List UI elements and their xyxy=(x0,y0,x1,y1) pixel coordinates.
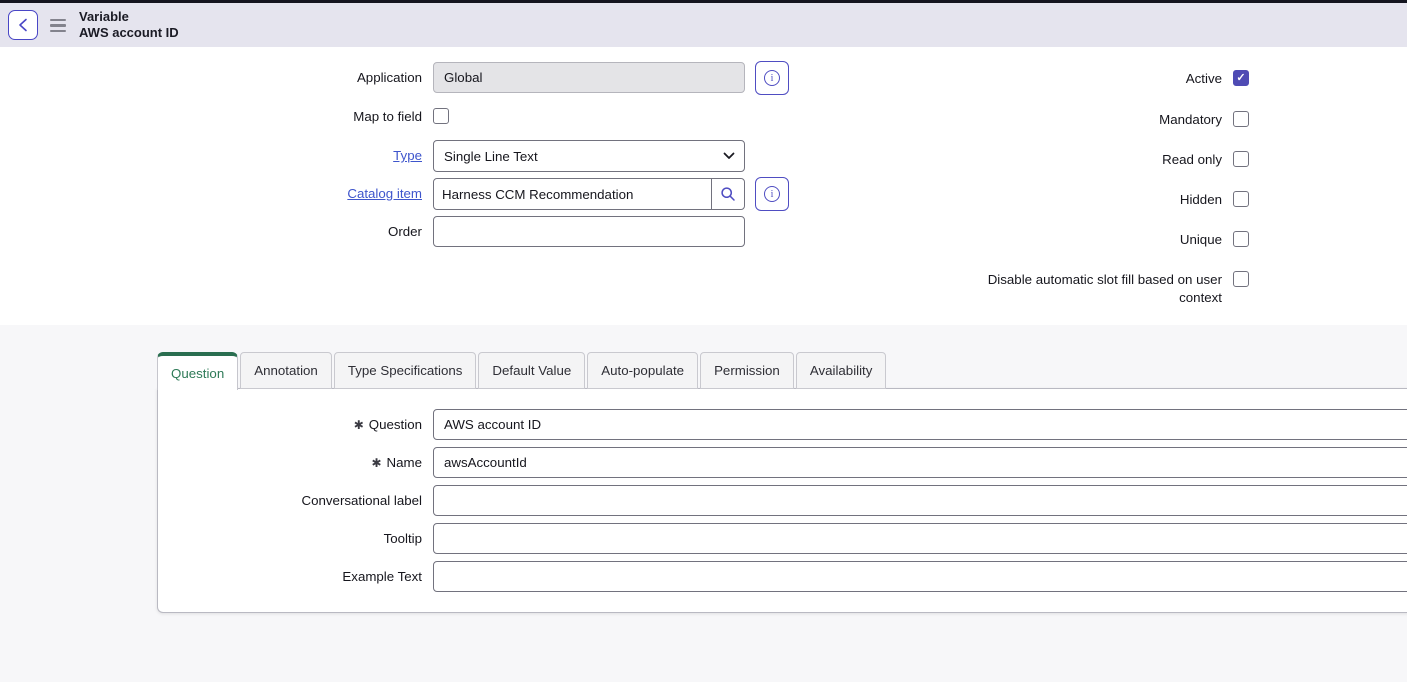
chevron-left-icon xyxy=(18,18,28,32)
record-header: Variable AWS account ID xyxy=(0,3,1407,47)
type-select[interactable]: Single Line Text xyxy=(433,140,745,172)
map-to-field-label: Map to field xyxy=(0,109,422,125)
catalog-item-field[interactable] xyxy=(434,179,711,209)
tab-availability[interactable]: Availability xyxy=(796,352,887,389)
required-icon: ✱ xyxy=(371,456,381,470)
chevron-down-icon xyxy=(723,152,735,160)
order-field[interactable] xyxy=(433,216,745,247)
type-label-link[interactable]: Type xyxy=(393,148,422,163)
active-checkbox[interactable]: ✓ xyxy=(1233,70,1249,86)
example-text-field[interactable] xyxy=(433,561,1407,592)
order-label: Order xyxy=(0,224,422,240)
tooltip-field[interactable] xyxy=(433,523,1407,554)
hidden-label: Hidden xyxy=(862,191,1222,209)
catalog-item-reference xyxy=(433,178,745,210)
tab-type-specifications[interactable]: Type Specifications xyxy=(334,352,477,389)
catalog-item-lookup-button[interactable] xyxy=(711,179,744,209)
tab-permission[interactable]: Permission xyxy=(700,352,794,389)
record-title: Variable AWS account ID xyxy=(79,9,179,41)
application-field[interactable] xyxy=(433,62,745,93)
record-name-label: AWS account ID xyxy=(79,25,179,41)
question-label: ✱Question xyxy=(0,417,422,433)
tab-auto-populate[interactable]: Auto-populate xyxy=(587,352,698,389)
record-type-label: Variable xyxy=(79,9,179,25)
catalog-item-label-link[interactable]: Catalog item xyxy=(347,186,422,201)
mandatory-checkbox[interactable]: ✓ xyxy=(1233,111,1249,127)
search-icon xyxy=(720,186,736,202)
application-label: Application xyxy=(0,70,422,86)
hidden-checkbox[interactable]: ✓ xyxy=(1233,191,1249,207)
read-only-checkbox[interactable]: ✓ xyxy=(1233,151,1249,167)
disable-slot-fill-label: Disable automatic slot fill based on use… xyxy=(972,271,1222,306)
tab-question[interactable]: Question xyxy=(157,352,238,390)
type-select-value: Single Line Text xyxy=(444,149,538,164)
catalog-item-label: Catalog item xyxy=(0,186,422,202)
unique-label: Unique xyxy=(862,231,1222,249)
mandatory-label: Mandatory xyxy=(862,111,1222,129)
record-tabs: Question Annotation Type Specifications … xyxy=(157,352,886,389)
type-label: Type xyxy=(0,148,422,164)
tab-annotation[interactable]: Annotation xyxy=(240,352,332,389)
example-text-label: Example Text xyxy=(0,569,422,585)
name-field[interactable] xyxy=(433,447,1407,478)
name-label: ✱Name xyxy=(0,455,422,471)
disable-slot-fill-checkbox[interactable]: ✓ xyxy=(1233,271,1249,287)
conversational-label-label: Conversational label xyxy=(0,493,422,509)
back-button[interactable] xyxy=(8,10,38,40)
active-label: Active xyxy=(862,70,1222,88)
map-to-field-checkbox[interactable]: ✓ xyxy=(433,108,449,124)
check-icon: ✓ xyxy=(1236,73,1245,84)
variable-form-screen: Variable AWS account ID Application i Ma… xyxy=(0,0,1407,682)
application-info-button[interactable]: i xyxy=(755,61,789,95)
tab-default-value[interactable]: Default Value xyxy=(478,352,585,389)
unique-checkbox[interactable]: ✓ xyxy=(1233,231,1249,247)
required-icon: ✱ xyxy=(354,418,364,432)
read-only-label: Read only xyxy=(862,151,1222,169)
conversational-label-field[interactable] xyxy=(433,485,1407,516)
catalog-item-info-button[interactable]: i xyxy=(755,177,789,211)
info-icon: i xyxy=(764,186,780,202)
tooltip-label: Tooltip xyxy=(0,531,422,547)
question-field[interactable] xyxy=(433,409,1407,440)
info-icon: i xyxy=(764,70,780,86)
context-menu-icon[interactable] xyxy=(50,19,66,32)
